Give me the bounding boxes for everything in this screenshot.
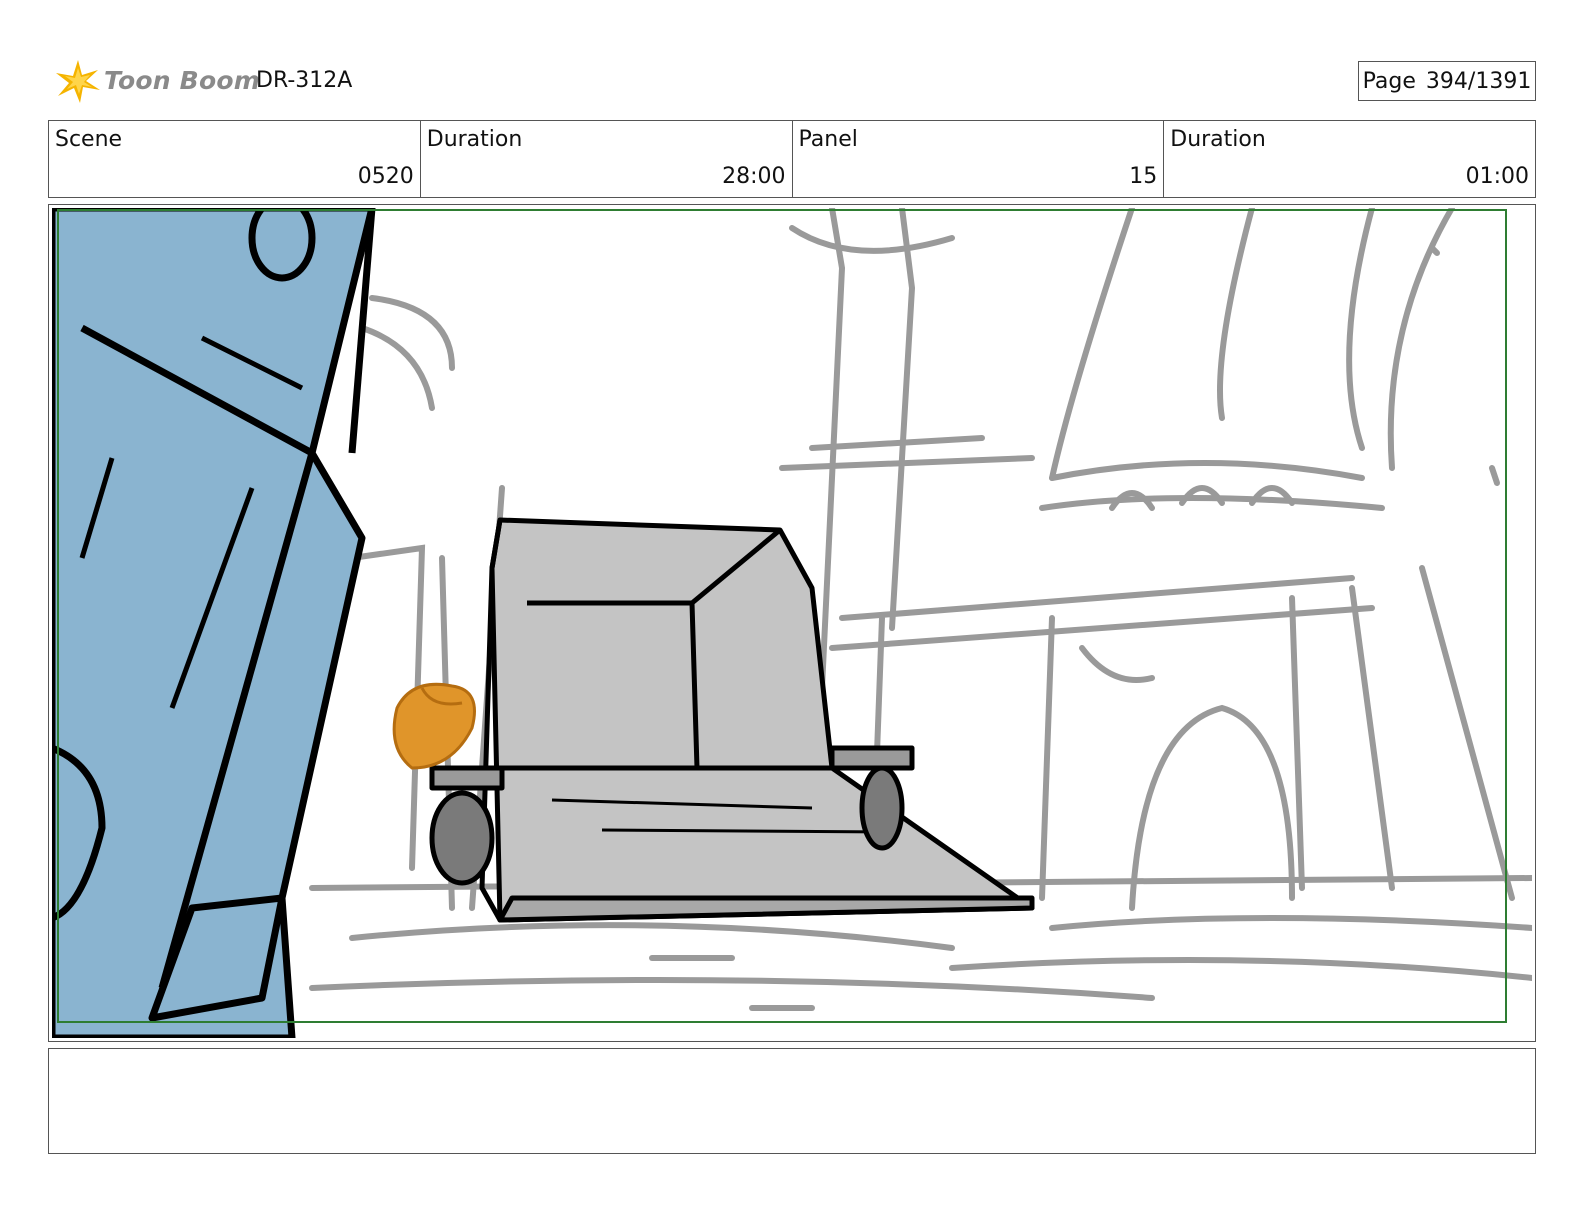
page-number: 394/1391 xyxy=(1425,68,1532,94)
page-label: Page xyxy=(1362,68,1416,94)
cart-ramp xyxy=(429,517,1035,923)
starburst-icon xyxy=(56,60,100,103)
scene-duration-cell: Duration 28:00 xyxy=(421,121,793,197)
scene-label: Scene xyxy=(55,127,123,152)
dumpster-foreground xyxy=(52,208,376,1038)
scene-duration-value: 28:00 xyxy=(722,164,786,189)
panel-duration-cell: Duration 01:00 xyxy=(1164,121,1535,197)
panel-value: 15 xyxy=(1129,164,1158,189)
panel-sketch xyxy=(52,208,1532,1038)
logo-wordmark: Toon Boom xyxy=(104,66,260,95)
production-code: DR-312A xyxy=(256,68,353,93)
scene-value: 0520 xyxy=(357,164,414,189)
scene-info-table: Scene 0520 Duration 28:00 Panel 15 Durat… xyxy=(48,120,1536,198)
page-indicator: Page 394/1391 xyxy=(1358,61,1536,101)
panel-duration-value: 01:00 xyxy=(1465,164,1529,189)
caption-box xyxy=(48,1048,1536,1154)
character-sketch xyxy=(392,682,476,770)
panel-cell: Panel 15 xyxy=(793,121,1165,197)
scene-cell: Scene 0520 xyxy=(49,121,421,197)
storyboard-panel-drawing xyxy=(52,208,1532,1038)
toon-boom-logo: Toon Boom xyxy=(52,56,260,106)
scene-duration-label: Duration xyxy=(426,127,523,152)
panel-label: Panel xyxy=(798,127,858,152)
panel-duration-label: Duration xyxy=(1170,127,1266,152)
